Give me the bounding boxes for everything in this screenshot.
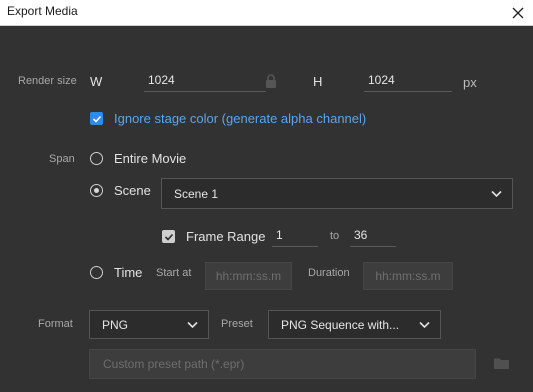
format-label: Format: [38, 318, 73, 330]
custom-preset-path-input[interactable]: Custom preset path (*.epr): [89, 349, 476, 379]
scene-radio[interactable]: [90, 184, 103, 197]
format-select-value: PNG: [102, 317, 129, 332]
title-bar: Export Media: [0, 0, 533, 26]
height-field[interactable]: 1024: [364, 70, 452, 92]
span-label: Span: [49, 153, 75, 165]
time-radio[interactable]: [90, 266, 103, 279]
frame-from-field[interactable]: 1: [272, 225, 318, 247]
preset-select-value: PNG Sequence with...: [281, 317, 400, 332]
duration-label: Duration: [308, 267, 350, 279]
height-label: H: [313, 74, 323, 89]
duration-input[interactable]: hh:mm:ss.m: [363, 262, 453, 290]
px-unit: px: [463, 75, 477, 90]
time-label[interactable]: Time: [114, 265, 142, 280]
scene-label[interactable]: Scene: [114, 183, 151, 198]
frame-range-checkbox[interactable]: [162, 230, 175, 243]
close-icon: [512, 7, 524, 19]
preset-select[interactable]: PNG Sequence with...: [268, 310, 441, 339]
frame-to-field[interactable]: 36: [350, 225, 396, 247]
start-at-input[interactable]: hh:mm:ss.m: [205, 262, 292, 290]
window-title: Export Media: [7, 4, 78, 18]
scene-select[interactable]: Scene 1: [161, 178, 513, 209]
entire-movie-radio[interactable]: [90, 152, 103, 165]
checkmark-icon: [92, 115, 101, 123]
chevron-down-icon: [187, 321, 198, 328]
width-field[interactable]: 1024: [144, 70, 266, 92]
ignore-stage-label[interactable]: Ignore stage color (generate alpha chann…: [114, 111, 366, 126]
scene-select-value: Scene 1: [174, 186, 219, 201]
width-label: W: [90, 74, 103, 89]
frame-range-label: Frame Range: [186, 229, 266, 244]
start-at-label: Start at: [156, 267, 192, 279]
folder-icon[interactable]: [494, 357, 509, 369]
chevron-down-icon: [419, 321, 430, 328]
preset-label: Preset: [221, 318, 253, 330]
to-label: to: [330, 230, 340, 242]
entire-movie-label[interactable]: Entire Movie: [114, 151, 186, 166]
lock-icon[interactable]: [265, 74, 277, 88]
checkmark-icon: [164, 233, 173, 241]
render-size-label: Render size: [18, 75, 77, 87]
format-select[interactable]: PNG: [89, 310, 209, 339]
close-button[interactable]: [503, 0, 533, 26]
chevron-down-icon: [491, 190, 502, 197]
ignore-stage-checkbox[interactable]: [90, 112, 103, 125]
